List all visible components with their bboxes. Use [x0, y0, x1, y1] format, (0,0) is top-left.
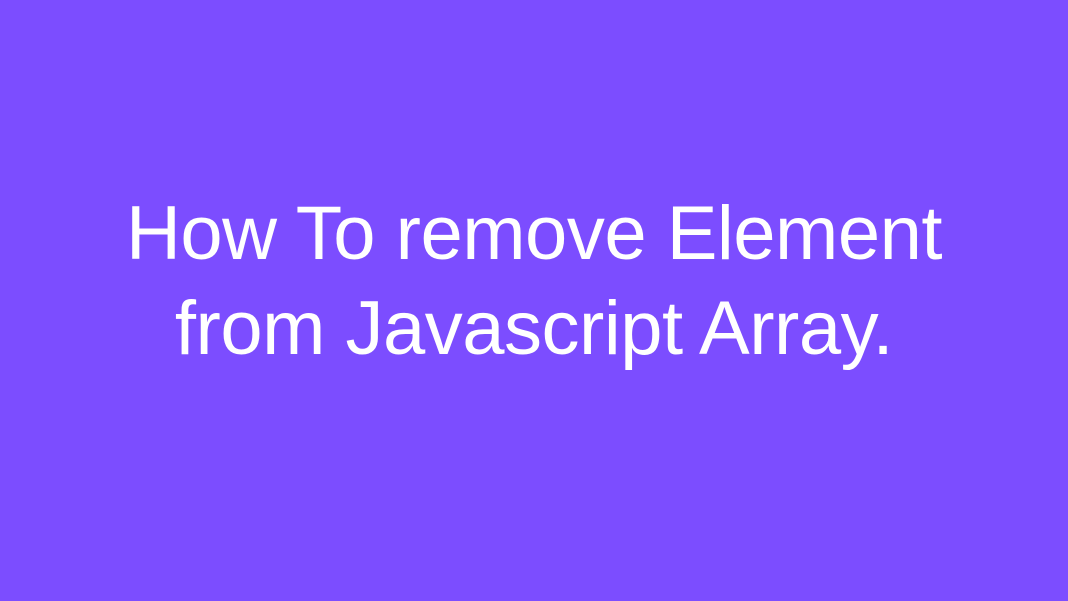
title-line-1: How To remove Element — [126, 191, 942, 276]
title-heading: How To remove Element from Javascript Ar… — [126, 186, 942, 376]
title-line-2: from Javascript Array. — [175, 286, 893, 371]
